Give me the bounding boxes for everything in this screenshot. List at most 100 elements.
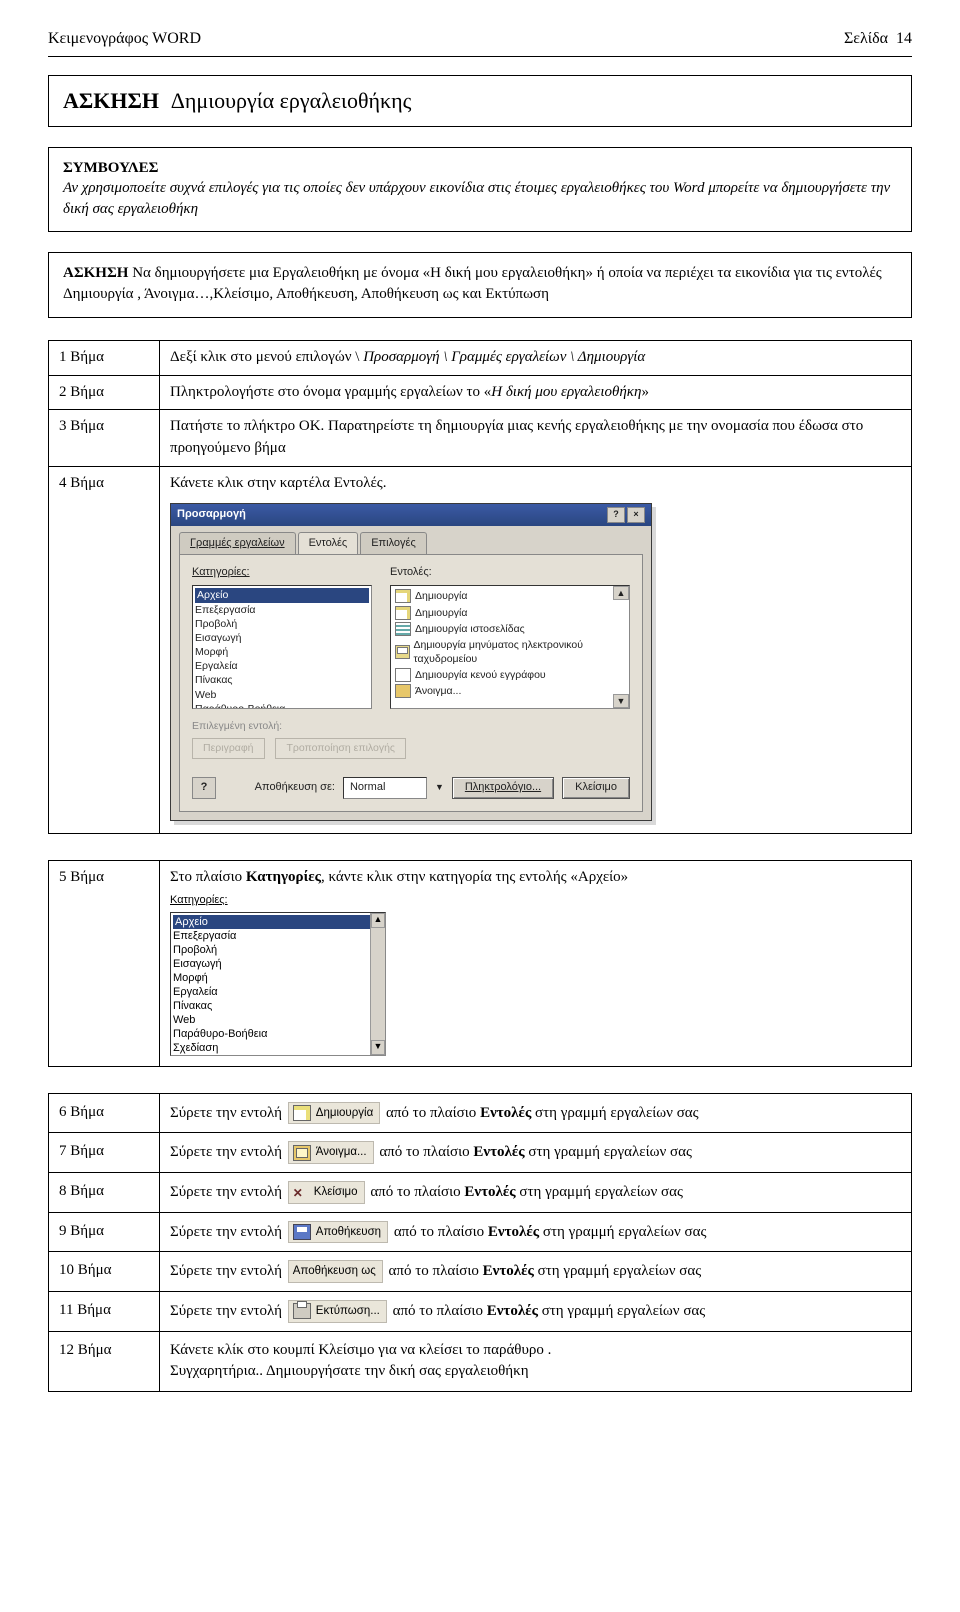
help-button[interactable]: ? (607, 507, 625, 523)
step-4-text: Κάνετε κλικ στην καρτέλα Εντολές. (170, 473, 901, 495)
category-item[interactable]: Επεξεργασία (195, 603, 369, 617)
category-item[interactable]: Αρχείο (195, 588, 369, 602)
blank-doc-icon (395, 668, 411, 682)
close-window-button[interactable]: × (627, 507, 645, 523)
category-item[interactable]: Πίνακας (173, 999, 383, 1013)
customize-dialog: Προσαρμογή ? × Γραμμές εργαλείων Εντολές… (170, 503, 652, 821)
step-3-label: 3 Βήμα (49, 410, 160, 467)
tab-commands[interactable]: Εντολές (298, 532, 359, 555)
category-item[interactable]: Επεξεργασία (173, 929, 383, 943)
step-7-label: 7 Βήμα (49, 1133, 160, 1173)
category-item[interactable]: Μορφή (195, 645, 369, 659)
step-10-bold: Εντολές (483, 1263, 534, 1279)
steps-table-1: 1 Βήμα Δεξί κλικ στο μενού επιλογών \ Πρ… (48, 340, 912, 834)
scroll-up-icon[interactable]: ▲ (613, 586, 629, 600)
category-item[interactable]: Σχεδίαση (173, 1041, 383, 1055)
steps-table-5: 5 Βήμα Στο πλαίσιο Κατηγορίες, κάντε κλι… (48, 860, 912, 1067)
modify-selection-button: Τροποποίηση επιλογής (275, 738, 406, 759)
close-button[interactable]: Κλείσιμο (562, 777, 630, 799)
save-in-label: Αποθήκευση σε: (255, 780, 335, 796)
command-item[interactable]: Δημιουργία (393, 588, 627, 604)
category-item[interactable]: Μορφή (173, 971, 383, 985)
chip-label: Άνοιγμα... (316, 1144, 367, 1161)
category-item[interactable]: Παράθυρο-Βοήθεια (173, 1027, 383, 1041)
keyboard-button[interactable]: Πληκτρολόγιο... (452, 777, 554, 799)
context-help-button[interactable]: ? (192, 777, 216, 799)
command-item[interactable]: Δημιουργία ιστοσελίδας (393, 621, 627, 637)
page: Κειμενογράφος WORD Σελίδα 14 ΑΣΚΗΣΗ Δημι… (0, 0, 960, 1432)
category-item[interactable]: Παράθυρο-Βοήθεια (195, 702, 369, 710)
header-rule (48, 56, 912, 57)
page-number: Σελίδα 14 (844, 30, 912, 48)
scroll-down-icon[interactable]: ▼ (371, 1040, 385, 1055)
step-2-body: Πληκτρολογήστε στο όνομα γραμμής εργαλεί… (160, 375, 912, 410)
step-5-label: 5 Βήμα (49, 860, 160, 1066)
webpage-icon (395, 622, 411, 636)
tab-toolbars[interactable]: Γραμμές εργαλείων (179, 532, 296, 555)
step-1-pre: Δεξί κλικ στο μενού επιλογών \ (170, 349, 363, 365)
print-icon (293, 1303, 311, 1319)
command-item[interactable]: Δημιουργία μηνύματος ηλεκτρονικού ταχυδρ… (393, 637, 627, 667)
category-item[interactable]: Web (195, 688, 369, 702)
category-item[interactable]: Εργαλεία (195, 659, 369, 673)
category-item[interactable]: Πίνακας (195, 673, 369, 687)
step-7-pre: Σύρετε την εντολή (170, 1144, 282, 1160)
category-item[interactable]: Προβολή (195, 617, 369, 631)
command-chip-saveas: Αποθήκευση ως (288, 1260, 383, 1283)
scroll-down-icon[interactable]: ▼ (613, 694, 629, 708)
step-8-label: 8 Βήμα (49, 1172, 160, 1212)
new-icon (395, 606, 411, 620)
categories-screenshot: Κατηγορίες: Αρχείο Επεξεργασία Προβολή Ε… (170, 893, 901, 1056)
category-item[interactable]: Εργαλεία (173, 985, 383, 999)
category-item[interactable]: Εισαγωγή (195, 631, 369, 645)
commands-column: Εντολές: ▲ Δημιουργία Δημιουργία Δημιουρ… (390, 565, 630, 709)
step-7-mid: από το πλαίσιο (379, 1144, 473, 1160)
page-header: Κειμενογράφος WORD Σελίδα 14 (48, 30, 912, 48)
step-12-label: 12 Βήμα (49, 1331, 160, 1392)
command-item[interactable]: Δημιουργία κενού εγγράφου (393, 667, 627, 683)
category-item[interactable]: Προβολή (173, 943, 383, 957)
commands-label: Εντολές: (390, 565, 630, 581)
advice-box: ΣΥΜΒΟΥΛΕΣ Αν χρησιμοποείτε συχνά επιλογέ… (48, 147, 912, 232)
save-in-field[interactable]: Normal (343, 777, 427, 799)
task-text: Να δημιουργήσετε μια Εργαλειοθήκη με όνο… (63, 265, 882, 302)
scroll-up-icon[interactable]: ▲ (371, 913, 385, 928)
chip-label: Αποθήκευση (316, 1224, 381, 1241)
tab-options-label: Επιλογές (371, 537, 416, 549)
step-10-label: 10 Βήμα (49, 1252, 160, 1292)
category-item[interactable]: Αρχείο (173, 915, 383, 929)
category-item[interactable]: Εισαγωγή (173, 957, 383, 971)
step-1-body: Δεξί κλικ στο μενού επιλογών \ Προσαρμογ… (160, 340, 912, 375)
step-9-body: Σύρετε την εντολή Αποθήκευση από το πλαί… (160, 1212, 912, 1252)
exercise-title-box: ΑΣΚΗΣΗ Δημιουργία εργαλειοθήκης (48, 75, 912, 127)
step-4-body: Κάνετε κλικ στην καρτέλα Εντολές. Προσαρ… (160, 466, 912, 833)
open-icon (293, 1145, 311, 1161)
step-10-mid: από το πλαίσιο (389, 1263, 483, 1279)
step-10-body: Σύρετε την εντολή Αποθήκευση ως από το π… (160, 1252, 912, 1292)
categories-listbox[interactable]: Αρχείο Επεξεργασία Προβολή Εισαγωγή Μορφ… (192, 585, 372, 709)
commands-listbox[interactable]: ▲ Δημιουργία Δημιουργία Δημιουργία ιστοσ… (390, 585, 630, 709)
command-chip-new: Δημιουργία (288, 1102, 380, 1125)
step-9-post: στη γραμμή εργαλείων σας (539, 1223, 706, 1239)
scrollbar[interactable]: ▲ ▼ (370, 913, 385, 1055)
chip-label: Αποθήκευση ως (293, 1263, 376, 1280)
category-item[interactable]: Web (173, 1013, 383, 1027)
tab-options[interactable]: Επιλογές (360, 532, 427, 555)
step-6-label: 6 Βήμα (49, 1093, 160, 1133)
step-10-post: στη γραμμή εργαλείων σας (534, 1263, 701, 1279)
step-8-post: στη γραμμή εργαλείων σας (516, 1184, 683, 1200)
chip-label: Κλείσιμο (314, 1184, 358, 1201)
mail-icon (395, 645, 410, 659)
command-item[interactable]: Άνοιγμα... (393, 683, 627, 699)
step-5-body: Στο πλαίσιο Κατηγορίες, κάντε κλικ στην … (160, 860, 912, 1066)
step-7-bold: Εντολές (473, 1144, 524, 1160)
step-7-body: Σύρετε την εντολή Άνοιγμα... από το πλαί… (160, 1133, 912, 1173)
step-10-pre: Σύρετε την εντολή (170, 1263, 282, 1279)
open-icon (395, 684, 411, 698)
command-item[interactable]: Δημιουργία (393, 605, 627, 621)
new-icon (395, 589, 411, 603)
categories-listbox-2[interactable]: Αρχείο Επεξεργασία Προβολή Εισαγωγή Μορφ… (170, 912, 386, 1056)
step-5-post: , κάντε κλικ στην κατηγορία της εντολής … (321, 869, 628, 885)
dropdown-arrow-icon[interactable]: ▼ (435, 781, 444, 794)
command-chip-print: Εκτύπωση... (288, 1300, 387, 1323)
